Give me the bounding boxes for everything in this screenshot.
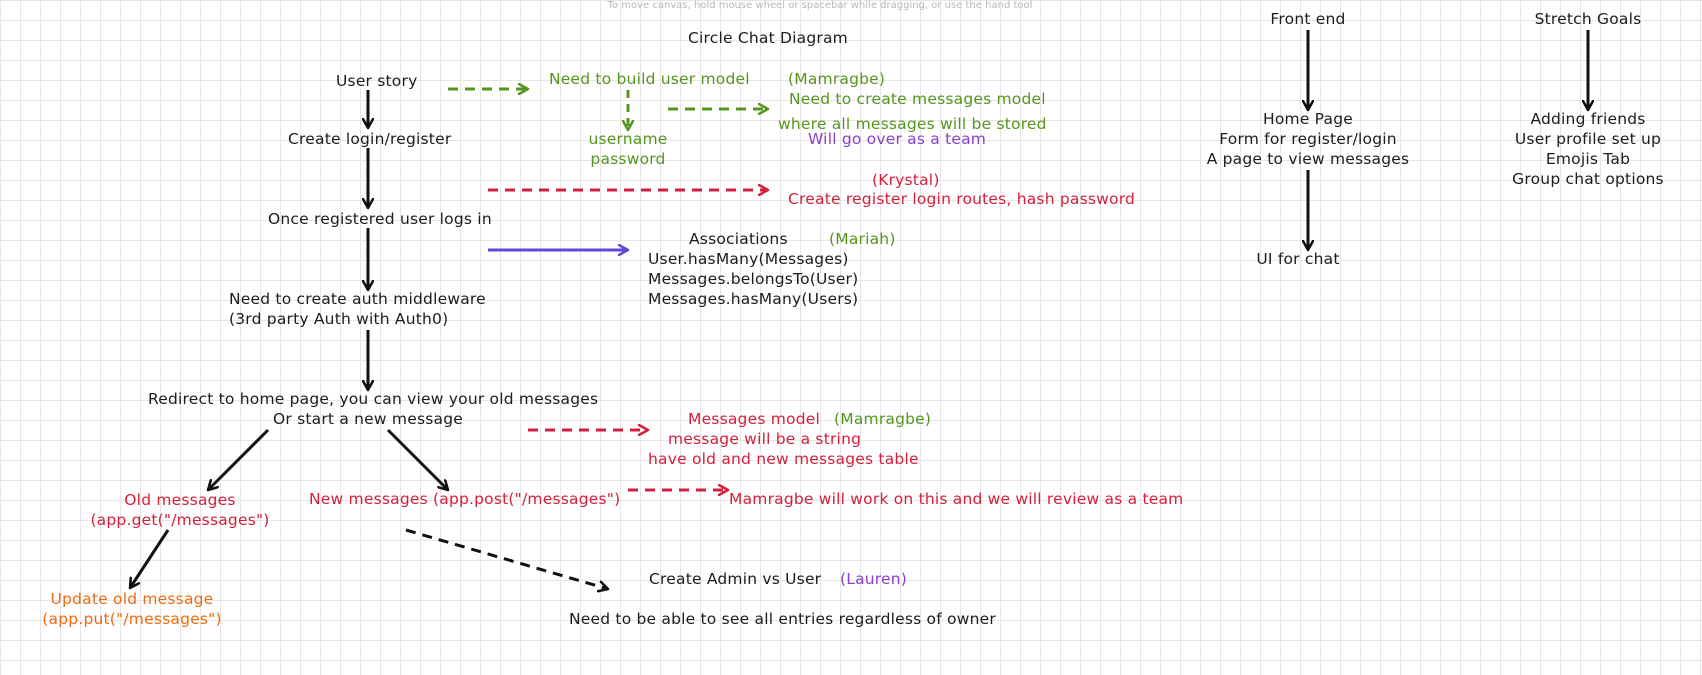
assoc-messages-hasmany: Messages.hasMany(Users) (648, 290, 859, 308)
node-redirect-line2: Or start a new message (273, 410, 463, 428)
stretch-item: User profile set up (1514, 130, 1662, 148)
note-lauren: (Lauren) (840, 570, 908, 588)
note-krystal: (Krystal) (872, 171, 940, 189)
note-admin: Create Admin vs User (649, 570, 822, 588)
note-mamragbe-1: (Mamragbe) (788, 70, 886, 88)
stretch-header: Stretch Goals (1534, 10, 1642, 28)
note-team: Will go over as a team (808, 130, 987, 148)
diagram-title: Circle Chat Diagram (688, 29, 848, 47)
node-new-messages: New messages (app.post("/messages") (309, 490, 621, 508)
node-user-story: User story (336, 72, 418, 90)
frontend-form: Form for register/login (1219, 130, 1397, 148)
note-user-model: Need to build user model (549, 70, 750, 88)
canvas-hint: To move canvas, hold mouse wheel or spac… (607, 0, 1033, 11)
note-mariah: (Mariah) (829, 230, 896, 248)
note-messages-model-line1: Need to create messages model (789, 90, 1046, 108)
node-old-line1: Old messages (124, 491, 236, 509)
assoc-messages-belongsto: Messages.belongsTo(User) (648, 270, 859, 288)
note-review: Mamragbe will work on this and we will r… (729, 490, 1184, 508)
frontend-header: Front end (1270, 10, 1346, 28)
stretch-item: Group chat options (1512, 170, 1664, 188)
note-table: have old and new messages table (648, 450, 919, 468)
node-update-line1: Update old message (50, 590, 214, 608)
node-update-line2: (app.put("/messages") (42, 610, 222, 628)
frontend-view: A page to view messages (1206, 150, 1410, 168)
stretch-item: Adding friends (1530, 110, 1646, 128)
note-entries: Need to be able to see all entries regar… (569, 610, 996, 628)
node-auth-line1: Need to create auth middleware (229, 290, 486, 308)
note-mamragbe-2: (Mamragbe) (834, 410, 932, 428)
arrow-old-to-update (128, 529, 170, 588)
frontend-ui: UI for chat (1256, 250, 1340, 268)
stretch-item: Emojis Tab (1545, 150, 1631, 168)
frontend-home: Home Page (1262, 110, 1354, 128)
arrow-redirect-to-old (208, 428, 270, 490)
node-create-login: Create login/register (288, 130, 452, 148)
note-messages-model: Messages model (688, 410, 820, 428)
note-associations: Associations (689, 230, 788, 248)
field-username: username (588, 130, 668, 148)
node-old-line2: (app.get("/messages") (90, 511, 270, 529)
node-logs-in: Once registered user logs in (268, 210, 492, 228)
field-password: password (590, 150, 666, 168)
note-string: message will be a string (668, 430, 862, 448)
arrow-redirect-to-new (386, 428, 448, 490)
node-auth-line2: (3rd party Auth with Auth0) (229, 310, 449, 328)
arrow-new-to-admin (405, 528, 608, 589)
assoc-user-hasmany: User.hasMany(Messages) (648, 250, 849, 268)
node-redirect-line1: Redirect to home page, you can view your… (148, 390, 599, 408)
note-routes: Create register login routes, hash passw… (788, 190, 1136, 208)
